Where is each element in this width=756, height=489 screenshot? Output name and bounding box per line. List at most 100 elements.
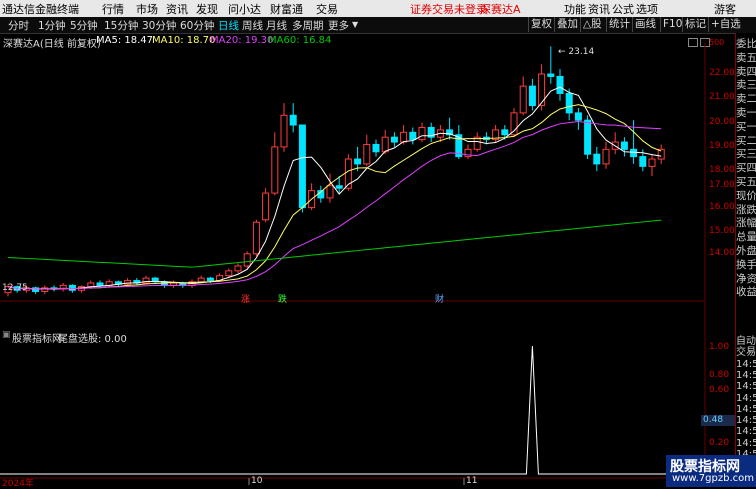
candle-body: [538, 73, 546, 107]
menu-bar: 通达信金融终端 行情 市场 资讯 发现 问小达 财富通 交易 证券交易未登录 深…: [0, 0, 756, 18]
menu-info[interactable]: 资讯: [588, 1, 610, 17]
order-book-label: 卖三: [736, 79, 756, 92]
candle-body: [528, 85, 536, 107]
order-book-label: 买五: [736, 176, 756, 188]
candle-body: [354, 158, 362, 165]
mark-button[interactable]: 标记: [682, 17, 708, 32]
candle-body: [501, 129, 509, 136]
stock-button[interactable]: △股: [580, 17, 604, 32]
restore-rights-button[interactable]: 复权: [528, 17, 554, 32]
indicator-current-value: 0.48: [701, 415, 737, 426]
order-book-label: 买二: [736, 134, 756, 147]
tab-multi-period[interactable]: 多周期: [292, 18, 324, 33]
tab-15min[interactable]: 15分钟: [104, 18, 138, 33]
candlestick-series: [4, 46, 665, 297]
order-book-label: 净资: [736, 272, 756, 285]
trade-time-label: 14:50: [736, 403, 756, 415]
user-label[interactable]: 游客: [714, 1, 736, 17]
tab-intraday[interactable]: 分时: [8, 18, 29, 33]
trade-time-label: 14:50: [736, 369, 756, 381]
candle-body: [96, 282, 104, 286]
moving-average-lines: [7, 86, 662, 290]
price-axis-top: 500: [709, 38, 725, 47]
low-price-label: 12.75: [2, 283, 28, 293]
candle-body: [519, 85, 527, 114]
overlay-button[interactable]: 叠加: [554, 17, 580, 32]
menu-options[interactable]: 选项: [636, 1, 658, 17]
menubar-stock-name: 深赛达A: [480, 3, 521, 16]
order-book-label: 涨跌: [736, 203, 756, 216]
order-book-label: 总量: [736, 231, 756, 244]
candle-body: [243, 253, 251, 267]
f10-button[interactable]: F10: [660, 17, 684, 32]
site-watermark: 股票指标网 www.7gpzb.com: [666, 455, 756, 487]
indicator-series: [0, 345, 705, 475]
candle-body: [225, 270, 233, 277]
finance-marker: 财: [435, 295, 445, 305]
tab-monthly[interactable]: 月线: [266, 18, 287, 33]
chart-area[interactable]: [0, 33, 735, 487]
trade-time-label: 14:50: [736, 437, 756, 449]
order-book-label: 卖四: [736, 65, 756, 78]
menu-discover[interactable]: 发现: [196, 1, 218, 17]
menu-ask-xiaoda[interactable]: 问小达: [228, 1, 261, 17]
candle-body: [298, 124, 306, 209]
candle-body: [363, 143, 371, 165]
price-tick: 16.00: [709, 202, 735, 212]
tab-60min[interactable]: 60分钟: [180, 18, 214, 33]
menu-quotes[interactable]: 行情: [102, 1, 124, 17]
date-axis-month: 11: [466, 476, 478, 486]
order-book-label: 买三: [736, 148, 756, 161]
menu-formula[interactable]: 公式: [612, 1, 634, 17]
draw-line-button[interactable]: 画线: [632, 17, 658, 32]
menu-function[interactable]: 功能: [564, 1, 586, 17]
order-book-label: 买四: [736, 162, 756, 175]
stats-button[interactable]: 统计: [606, 17, 632, 32]
candle-body: [565, 92, 573, 114]
candle-body: [400, 131, 408, 143]
trade-status[interactable]: 证券交易未登录: [410, 1, 487, 17]
menu-market[interactable]: 市场: [136, 1, 158, 17]
candle-body: [418, 126, 426, 141]
price-tick: 22.00: [709, 68, 735, 78]
period-toolbar: 分时 1分钟 5分钟 15分钟 30分钟 60分钟 日线 周线 月线 多周期 更…: [0, 17, 756, 34]
candle-body: [68, 284, 76, 291]
candle-body: [234, 265, 242, 272]
ma5-line: [7, 86, 662, 290]
order-book-label: 卖二: [736, 93, 756, 106]
limit-down-marker: 跌: [278, 295, 288, 305]
price-tick: 20.00: [709, 117, 735, 127]
indicator-name: 尾盘选股: 0.00: [58, 334, 127, 345]
tab-5min[interactable]: 5分钟: [70, 18, 98, 33]
high-price-label: ← 23.14: [558, 47, 595, 57]
indicator-tick: 0.80: [709, 370, 730, 380]
order-book-label: 换手: [736, 258, 756, 271]
order-book-label: 涨幅: [736, 217, 756, 230]
candle-body: [584, 119, 592, 155]
tab-more[interactable]: 更多: [328, 18, 349, 33]
price-tick: 15.00: [709, 226, 735, 236]
candle-body: [639, 156, 647, 167]
menu-news[interactable]: 资讯: [166, 1, 188, 17]
tab-30min[interactable]: 30分钟: [142, 18, 176, 33]
candle-body: [381, 136, 389, 153]
candle-body: [390, 136, 398, 143]
trade-time-label: 交易: [736, 347, 756, 359]
add-watchlist-button[interactable]: +自选: [708, 17, 743, 32]
tab-1min[interactable]: 1分钟: [38, 18, 66, 33]
price-tick: 21.00: [709, 92, 735, 102]
tab-weekly[interactable]: 周线: [242, 18, 263, 33]
indicator-settings-icon[interactable]: ▣: [2, 330, 11, 340]
menu-wealth[interactable]: 财富通: [270, 1, 303, 17]
date-axis-year: 2024年: [2, 479, 34, 489]
candle-body: [556, 75, 564, 94]
candle-body: [574, 112, 582, 121]
trade-time-label: 14:50: [736, 392, 756, 404]
indicator-tick: 0.60: [709, 385, 730, 395]
trade-time-label: 14:50: [736, 426, 756, 438]
price-tick: 17.00: [709, 180, 735, 190]
candle-body: [326, 185, 334, 199]
menu-trade[interactable]: 交易: [316, 1, 338, 17]
chevron-down-icon[interactable]: ▼: [352, 20, 358, 29]
tab-daily[interactable]: 日线: [218, 18, 239, 33]
